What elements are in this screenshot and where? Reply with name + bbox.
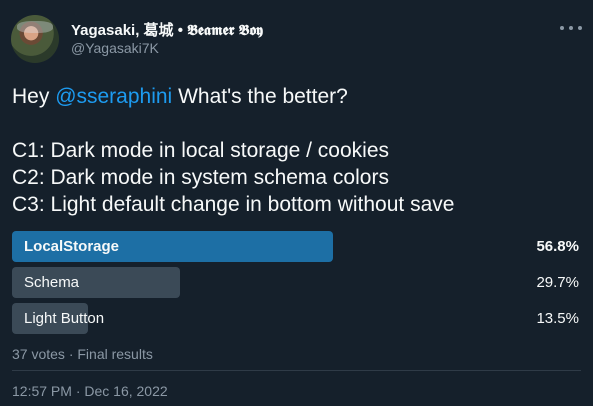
tweet-timestamp[interactable]: 12:57 PM · Dec 16, 2022: [12, 383, 168, 399]
tweet-line-c3: C3: Light default change in bottom witho…: [12, 193, 455, 216]
poll-option-percent: 56.8%: [536, 238, 579, 255]
poll-option-label: Schema: [24, 274, 80, 291]
poll-option-label: Light Button: [24, 310, 105, 327]
author-name[interactable]: Yagasaki, 葛城 • 𝕭𝖊𝖆𝖒𝖊𝖗 𝕭𝖔𝖞: [71, 19, 263, 40]
tweet-text: Hey @sseraphini What's the better? C1: D…: [12, 83, 587, 218]
author-handle[interactable]: @Yagasaki7K: [71, 40, 159, 56]
tweet-line-greeting: Hey @sseraphini What's the better?: [12, 85, 348, 108]
poll-option-percent: 29.7%: [536, 274, 579, 291]
poll-option: Schema 29.7%: [12, 267, 581, 298]
poll-option-percent: 13.5%: [536, 310, 579, 327]
poll: LocalStorage 56.8% Schema 29.7% Light Bu…: [12, 231, 581, 339]
poll-option-label: LocalStorage: [24, 238, 120, 255]
poll-summary: 37 votes · Final results: [12, 346, 153, 362]
author-avatar[interactable]: [11, 15, 59, 63]
poll-option: Light Button 13.5%: [12, 303, 581, 334]
poll-option: LocalStorage 56.8%: [12, 231, 581, 262]
tweet-line-c1: C1: Dark mode in local storage / cookies: [12, 139, 390, 162]
mention-link[interactable]: @sseraphini: [55, 85, 172, 108]
divider: [12, 370, 581, 371]
tweet-line-c2: C2: Dark mode in system schema colors: [12, 166, 389, 189]
more-options-icon[interactable]: [560, 18, 582, 38]
tweet-blank-line: [12, 110, 587, 137]
